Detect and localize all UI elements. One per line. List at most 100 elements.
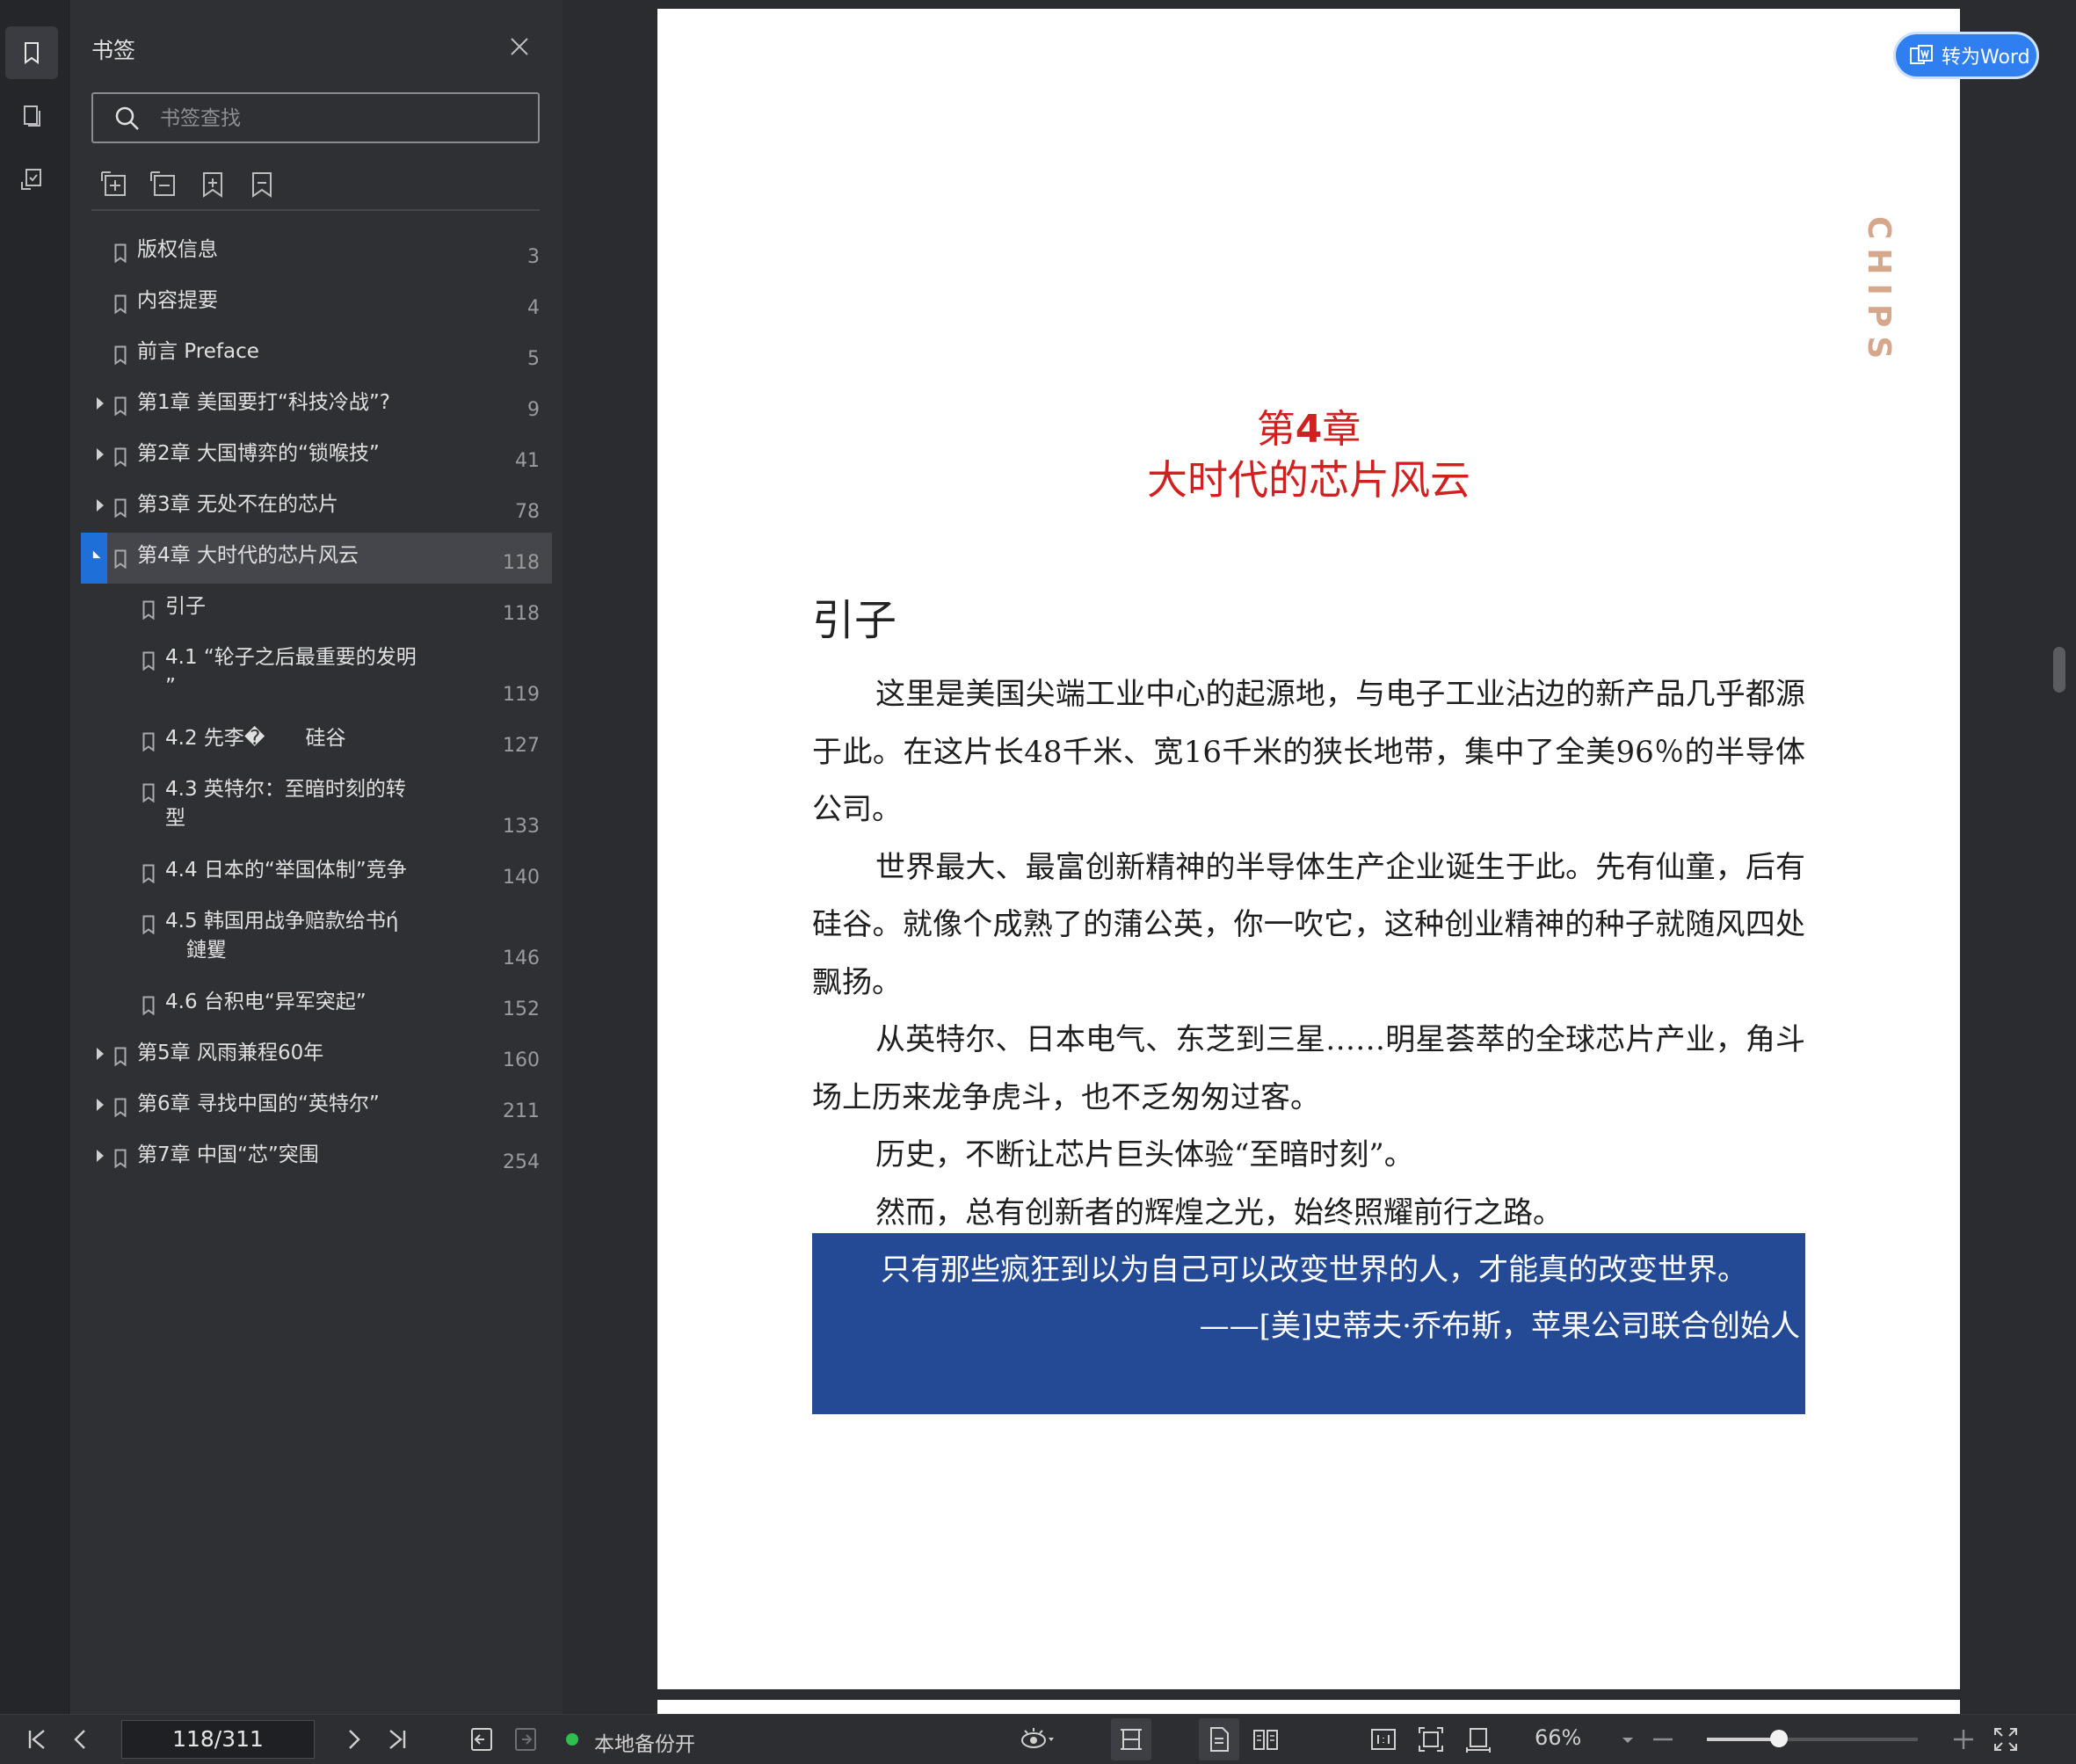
next-page-edge	[657, 1700, 1960, 1714]
vertical-scrollbar[interactable]	[2048, 0, 2071, 1714]
bookmark-item[interactable]: 第4章 大时代的芯片风云 118	[81, 533, 552, 584]
bookmark-icon	[114, 1047, 127, 1066]
actual-size-icon[interactable]	[1369, 1725, 1397, 1753]
bookmark-icon	[114, 1098, 127, 1117]
expand-arrow-icon[interactable]	[97, 1150, 104, 1162]
scrollbar-thumb[interactable]	[2053, 647, 2065, 693]
document-page: CHIPS 第4章 大时代的芯片风云 引子 这里是美国尖端工业中心的起源地，与电…	[657, 9, 1960, 1689]
bookmark-item[interactable]: 第5章 风雨兼程60年 160	[81, 1030, 552, 1081]
bookmark-label: 第1章 美国要打“科技冷战”?	[137, 391, 390, 414]
bookmark-label: 第3章 无处不在的芯片	[137, 493, 338, 516]
last-page-icon[interactable]	[383, 1725, 411, 1753]
zoom-out-icon[interactable]	[1649, 1725, 1677, 1753]
bookmark-page-number: 160	[503, 1049, 540, 1071]
remove-bookmark-icon[interactable]	[246, 169, 278, 200]
quote-text: 只有那些疯狂到以为自己可以改变世界的人，才能真的改变世界。	[881, 1252, 1747, 1288]
bookmark-page-number: 3	[527, 246, 540, 268]
bookmark-label: 引子	[165, 595, 206, 618]
expand-arrow-icon[interactable]	[97, 1099, 104, 1111]
bookmark-item[interactable]: 第2章 大国博弈的“锁喉技” 41	[81, 431, 552, 482]
bookmark-page-number: 152	[503, 998, 540, 1020]
add-bookmark-icon[interactable]	[197, 169, 229, 200]
zoom-level-display[interactable]: 66%	[1535, 1725, 1581, 1750]
convert-to-word-button[interactable]: 转为Word	[1893, 32, 2039, 79]
bookmark-label: 4.3 英特尔：至暗时刻的转型	[165, 778, 406, 830]
collapse-arrow-icon[interactable]	[89, 550, 101, 563]
eye-protection-icon[interactable]	[1020, 1725, 1055, 1753]
expand-arrow-icon[interactable]	[97, 1048, 104, 1060]
document-viewport[interactable]: CHIPS 第4章 大时代的芯片风云 引子 这里是美国尖端工业中心的起源地，与电…	[564, 0, 2076, 1714]
forward-view-icon[interactable]	[512, 1725, 540, 1753]
bookmark-item[interactable]: 内容提要 4	[81, 278, 552, 329]
bookmark-item[interactable]: 第1章 美国要打“科技冷战”? 9	[81, 380, 552, 431]
page-number-field[interactable]: 118/311	[121, 1720, 315, 1759]
bookmark-label: 内容提要	[137, 289, 218, 312]
expand-all-icon[interactable]	[98, 169, 130, 200]
bookmark-page-number: 146	[503, 947, 540, 969]
paragraph: 从英特尔、日本电气、东芝到三星……明星荟萃的全球芯片产业，角斗场上历来龙争虎斗，…	[812, 1022, 1805, 1115]
thumbnail-panel-button[interactable]	[5, 90, 58, 142]
paragraph: 历史，不断让芯片巨头体验“至暗时刻”。	[875, 1137, 1414, 1172]
bookmark-subitem[interactable]: 引子 118	[81, 584, 552, 635]
close-icon[interactable]	[506, 33, 533, 60]
body-text: 这里是美国尖端工业中心的起源地，与电子工业沾边的新产品几乎都源于此。在这片长48…	[812, 666, 1805, 1242]
expand-arrow-icon[interactable]	[97, 397, 104, 410]
zoom-in-icon[interactable]	[1949, 1725, 1978, 1753]
first-page-icon[interactable]	[23, 1725, 51, 1753]
backup-status-label[interactable]: 本地备份开	[594, 1727, 695, 1757]
bookmark-page-number: 140	[503, 867, 540, 889]
bookmark-label: 4.1 “轮子之后最重要的发明”	[165, 646, 417, 698]
bookmark-search	[91, 92, 540, 143]
chapter-number: 第4章	[1256, 407, 1361, 452]
bookmark-subitem[interactable]: 4.5 韩国用战争赔款给书ή 鏈矍 146	[81, 898, 552, 979]
bookmark-icon	[114, 498, 127, 518]
expand-arrow-icon[interactable]	[97, 499, 104, 512]
bookmark-item[interactable]: 第7章 中国“芯”突围 254	[81, 1132, 552, 1183]
bookmark-label: 4.6 台积电“异军突起”	[165, 991, 367, 1013]
bookmark-panel: 书签 版权信息 3 内容提要 4 前言 Preface 5 第1章 美国要打“科技冷战”? 9…	[70, 0, 635, 1714]
zoom-slider[interactable]	[1707, 1730, 1918, 1747]
collapse-all-icon[interactable]	[148, 169, 179, 200]
bookmark-item[interactable]: 第3章 无处不在的芯片 78	[81, 482, 552, 533]
zoom-slider-handle[interactable]	[1769, 1730, 1788, 1747]
bookmark-page-number: 211	[503, 1100, 540, 1122]
bookmark-page-number: 254	[503, 1151, 540, 1173]
bookmark-icon	[142, 732, 155, 751]
bookmark-icon	[114, 345, 127, 365]
previous-page-icon[interactable]	[67, 1725, 95, 1753]
bookmark-label: 第7章 中国“芯”突围	[137, 1143, 319, 1166]
bookmark-subitem[interactable]: 4.4 日本的“举国体制”竞争 140	[81, 847, 552, 898]
bookmark-icon	[25, 42, 39, 64]
bookmark-page-number: 118	[503, 603, 540, 625]
back-view-icon[interactable]	[468, 1725, 496, 1753]
bookmark-page-number: 118	[503, 552, 540, 574]
bookmark-label: 第6章 寻找中国的“英特尔”	[137, 1093, 380, 1115]
annotation-panel-button[interactable]	[5, 153, 58, 206]
bookmark-panel-button[interactable]	[5, 26, 58, 79]
bookmark-item[interactable]: 第6章 寻找中国的“英特尔” 211	[81, 1081, 552, 1132]
paragraph: 这里是美国尖端工业中心的起源地，与电子工业沾边的新产品几乎都源于此。在这片长48…	[812, 677, 1805, 827]
continuous-scroll-icon[interactable]	[1117, 1725, 1145, 1753]
bookmark-label: 4.5 韩国用战争赔款给书ή 鏈矍	[165, 910, 399, 962]
bookmark-subitem[interactable]: 4.3 英特尔：至暗时刻的转型 133	[81, 766, 552, 847]
bookmark-subitem[interactable]: 4.2 先李� 硅谷 127	[81, 715, 552, 766]
next-page-icon[interactable]	[339, 1725, 367, 1753]
fullscreen-icon[interactable]	[1992, 1725, 2020, 1753]
bookmark-label: 第4章 大时代的芯片风云	[137, 544, 359, 567]
single-page-icon[interactable]	[1205, 1725, 1233, 1753]
chapter-title: 大时代的芯片风云	[1147, 456, 1470, 504]
bookmark-page-number: 41	[515, 450, 540, 472]
bookmark-page-number: 9	[527, 399, 540, 421]
bookmark-icon	[114, 549, 127, 569]
bookmark-subitem[interactable]: 4.1 “轮子之后最重要的发明” 119	[81, 635, 552, 715]
fit-page-icon[interactable]	[1417, 1725, 1445, 1753]
bookmark-item[interactable]: 前言 Preface 5	[81, 329, 552, 380]
search-input[interactable]	[158, 94, 522, 143]
bookmark-subitem[interactable]: 4.6 台积电“异军突起” 152	[81, 979, 552, 1030]
bookmark-item[interactable]: 版权信息 3	[81, 227, 552, 278]
fit-width-icon[interactable]	[1464, 1725, 1492, 1753]
bookmark-page-number: 78	[515, 501, 540, 523]
two-page-icon[interactable]	[1252, 1725, 1280, 1753]
zoom-dropdown-icon[interactable]	[1619, 1725, 1637, 1753]
expand-arrow-icon[interactable]	[97, 448, 104, 461]
